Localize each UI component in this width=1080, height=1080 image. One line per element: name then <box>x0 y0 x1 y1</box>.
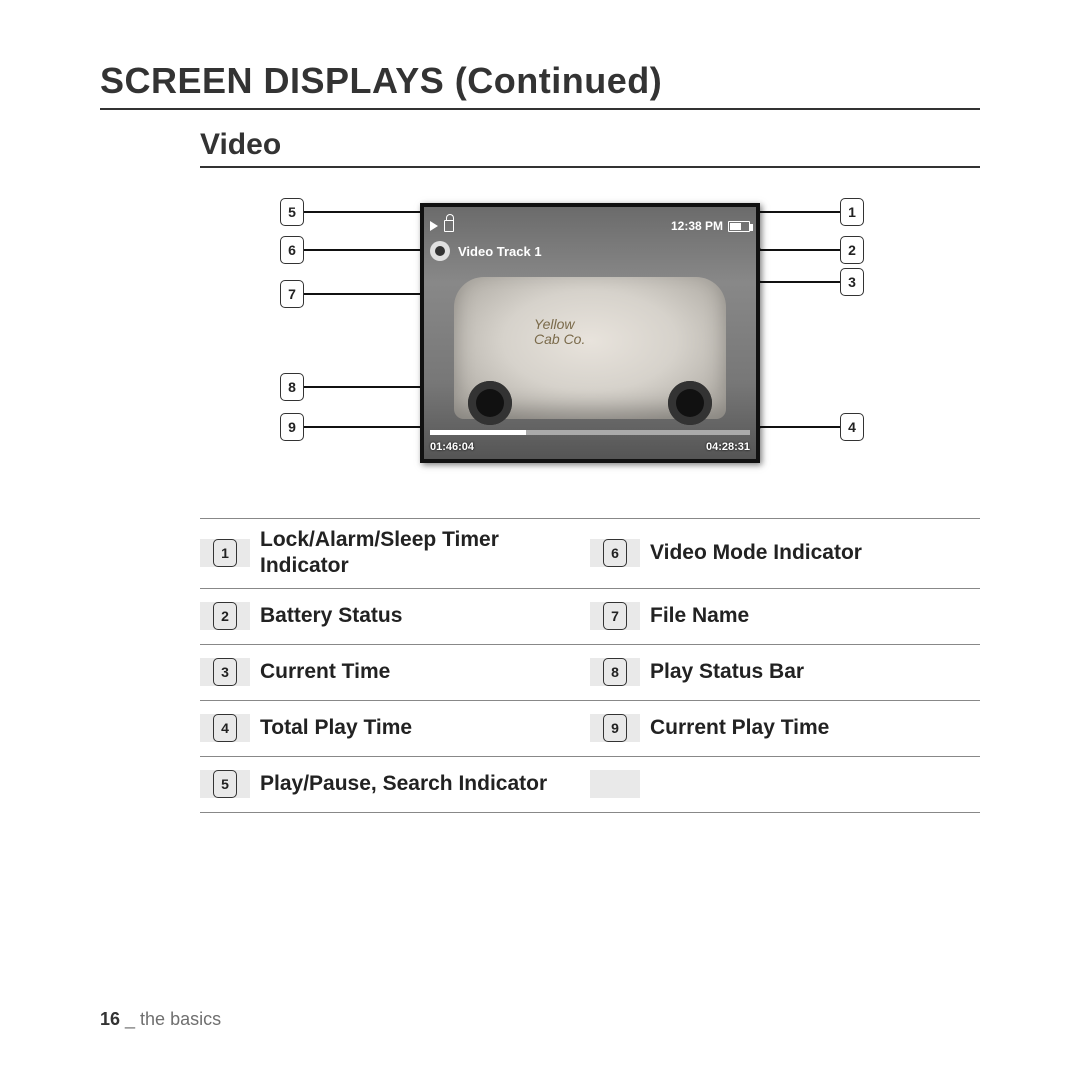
video-screen: Yellow Cab Co. 12:38 PM Video Track 1 <box>420 203 760 463</box>
callout-6: 6 <box>280 236 304 264</box>
file-name: Video Track 1 <box>458 244 542 259</box>
car-label: Yellow Cab Co. <box>534 317 585 348</box>
page-title: SCREEN DISPLAYS (Continued) <box>100 60 980 110</box>
section-subtitle: Video <box>200 128 980 168</box>
callout-7: 7 <box>280 280 304 308</box>
callout-8: 8 <box>280 373 304 401</box>
play-status-bar <box>430 430 750 435</box>
legend-num: 1 <box>213 539 237 567</box>
legend-num: 4 <box>213 714 237 742</box>
legend-num: 3 <box>213 658 237 686</box>
legend-text: File Name <box>640 595 759 637</box>
diagram: 5 6 7 8 9 1 2 3 4 Yellow Cab Co. <box>200 188 980 488</box>
legend-text: Battery Status <box>250 595 412 637</box>
legend-text: Play Status Bar <box>640 651 814 693</box>
video-mode-icon <box>430 241 450 261</box>
legend-text: Lock/Alarm/Sleep Timer Indicator <box>250 519 590 588</box>
elapsed-time: 01:46:04 <box>430 441 474 453</box>
legend-text: Play/Pause, Search Indicator <box>250 763 557 805</box>
legend-text: Total Play Time <box>250 707 422 749</box>
legend-num: 5 <box>213 770 237 798</box>
legend-num: 9 <box>603 714 627 742</box>
legend-text-empty <box>640 776 660 792</box>
page-footer: 16 _ the basics <box>100 1009 221 1030</box>
callout-3: 3 <box>840 268 864 296</box>
legend-text: Video Mode Indicator <box>640 532 872 574</box>
battery-icon <box>728 221 750 232</box>
total-time: 04:28:31 <box>706 441 750 453</box>
callout-1: 1 <box>840 198 864 226</box>
legend-table: 1 Lock/Alarm/Sleep Timer Indicator 6 Vid… <box>200 518 980 813</box>
legend-text: Current Time <box>250 651 400 693</box>
legend-num: 7 <box>603 602 627 630</box>
car-graphic: Yellow Cab Co. <box>454 277 726 419</box>
legend-num: 2 <box>213 602 237 630</box>
callout-2: 2 <box>840 236 864 264</box>
page-number: 16 <box>100 1009 120 1029</box>
section-name: the basics <box>140 1009 221 1029</box>
lock-icon <box>444 220 454 232</box>
legend-num: 8 <box>603 658 627 686</box>
play-icon <box>430 221 438 231</box>
callout-9: 9 <box>280 413 304 441</box>
callout-5: 5 <box>280 198 304 226</box>
callout-4: 4 <box>840 413 864 441</box>
legend-num: 6 <box>603 539 627 567</box>
legend-text: Current Play Time <box>640 707 839 749</box>
clock-time: 12:38 PM <box>671 219 723 233</box>
